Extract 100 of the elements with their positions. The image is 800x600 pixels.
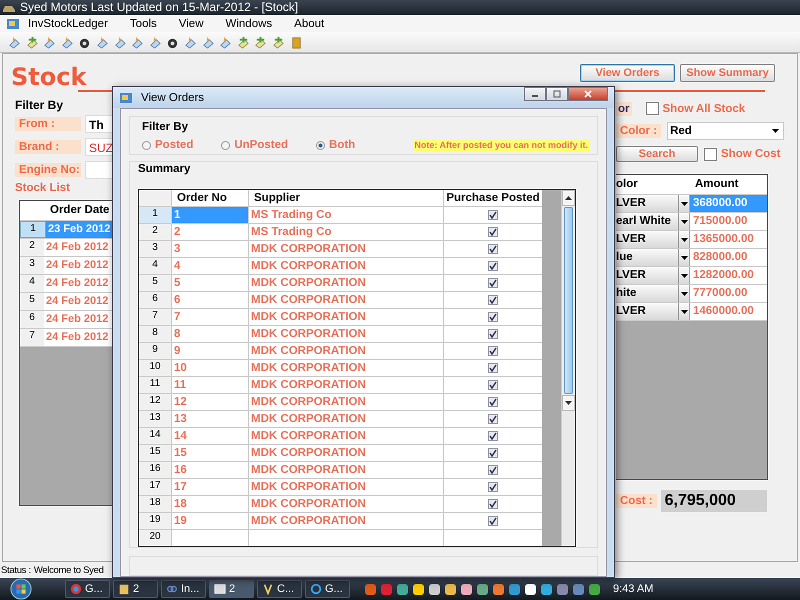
- plus-icon[interactable]: [254, 36, 268, 48]
- checkbox[interactable]: [488, 516, 498, 526]
- tray-icon[interactable]: [461, 584, 472, 594]
- checkbox[interactable]: [488, 210, 498, 220]
- checkbox[interactable]: [488, 448, 498, 458]
- dropdown-button[interactable]: [678, 285, 689, 302]
- taskbar-button[interactable]: In...: [161, 580, 206, 598]
- document-icon[interactable]: [96, 36, 109, 48]
- checkbox[interactable]: [488, 465, 498, 476]
- scroll-thumb[interactable]: [564, 207, 573, 394]
- color-combo-cell[interactable]: LVER: [616, 231, 678, 248]
- row-header[interactable]: 18: [139, 496, 172, 512]
- row-header[interactable]: 1: [20, 221, 46, 238]
- document-icon[interactable]: [131, 36, 144, 48]
- row-header[interactable]: 13: [139, 411, 172, 428]
- color-dropdown[interactable]: Red: [667, 122, 784, 140]
- checkbox[interactable]: [488, 295, 498, 306]
- dropdown-button[interactable]: [678, 213, 689, 230]
- checkbox[interactable]: [488, 261, 498, 272]
- color-combo-cell[interactable]: lue: [616, 249, 678, 266]
- tray-icon[interactable]: [525, 584, 536, 594]
- row-header[interactable]: 16: [139, 462, 172, 478]
- row-header[interactable]: 1: [139, 207, 172, 224]
- close-button[interactable]: [568, 87, 608, 101]
- row-header[interactable]: 6: [20, 311, 44, 328]
- row-header[interactable]: 9: [139, 343, 172, 360]
- color-combo-cell[interactable]: LVER: [616, 267, 678, 284]
- row-header[interactable]: 5: [139, 275, 172, 292]
- color-combo-cell[interactable]: LVER: [616, 303, 678, 320]
- scrollbar[interactable]: [561, 190, 575, 546]
- color-combo-cell[interactable]: earl White: [616, 213, 678, 230]
- tray-icon[interactable]: [429, 584, 440, 594]
- row-header[interactable]: 7: [139, 309, 172, 326]
- start-button[interactable]: [10, 578, 32, 600]
- checkbox[interactable]: [488, 278, 498, 288]
- row-header[interactable]: 10: [139, 360, 172, 376]
- dropdown-button[interactable]: [678, 249, 689, 266]
- checkbox[interactable]: [488, 431, 498, 442]
- taskbar-button[interactable]: C...: [257, 580, 302, 598]
- row-header[interactable]: 4: [20, 275, 44, 292]
- row-header[interactable]: 8: [139, 326, 172, 342]
- menu-item[interactable]: InvStockLedger: [28, 18, 108, 30]
- input-field[interactable]: Th: [85, 114, 113, 132]
- document-icon[interactable]: [114, 36, 127, 48]
- checkbox[interactable]: [488, 244, 498, 254]
- document-icon[interactable]: [60, 36, 74, 48]
- checkbox[interactable]: [488, 414, 498, 424]
- row-header[interactable]: 19: [139, 513, 172, 530]
- document-icon[interactable]: [8, 36, 21, 48]
- plus-icon[interactable]: [272, 36, 285, 48]
- tray-icon[interactable]: [413, 584, 424, 594]
- row-header[interactable]: 12: [139, 394, 172, 410]
- row-header[interactable]: 6: [139, 292, 172, 308]
- row-header[interactable]: 5: [20, 293, 44, 310]
- taskbar-button[interactable]: 2: [113, 580, 158, 598]
- row-header[interactable]: 7: [20, 329, 44, 346]
- plus-icon[interactable]: [26, 36, 39, 48]
- row-header[interactable]: 20: [139, 530, 172, 546]
- checkbox[interactable]: [488, 380, 498, 390]
- taskbar-button[interactable]: 2: [209, 580, 254, 598]
- checkbox[interactable]: [704, 148, 717, 160]
- row-header[interactable]: 11: [139, 377, 172, 394]
- color-combo-cell[interactable]: LVER: [616, 195, 678, 212]
- tray-icon[interactable]: [445, 584, 456, 594]
- input-field[interactable]: [85, 160, 113, 178]
- checkbox[interactable]: [488, 499, 498, 510]
- plus-icon[interactable]: [236, 36, 250, 48]
- menu-item[interactable]: Windows: [226, 18, 272, 30]
- row-header[interactable]: 2: [139, 224, 172, 240]
- row-header[interactable]: 2: [20, 239, 44, 256]
- menu-item[interactable]: View: [178, 18, 204, 30]
- document-icon[interactable]: [219, 36, 232, 48]
- scroll-up-button[interactable]: [562, 190, 575, 206]
- row-header[interactable]: 14: [139, 428, 172, 444]
- dropdown-button[interactable]: [678, 303, 689, 320]
- checkbox[interactable]: [488, 227, 498, 238]
- document-icon[interactable]: [43, 36, 56, 48]
- color-combo-cell[interactable]: hite: [616, 285, 678, 302]
- menu-item[interactable]: About: [294, 18, 324, 30]
- document-icon[interactable]: [202, 36, 215, 48]
- minimize-button[interactable]: [524, 87, 546, 101]
- row-header[interactable]: 3: [20, 257, 44, 274]
- document-icon[interactable]: [148, 36, 162, 48]
- checkbox[interactable]: [488, 363, 498, 374]
- checkbox[interactable]: [646, 102, 658, 115]
- menu-item[interactable]: Tools: [130, 18, 157, 30]
- checkbox[interactable]: [488, 346, 498, 356]
- checkbox[interactable]: [488, 397, 498, 408]
- dropdown-button[interactable]: [678, 267, 689, 284]
- checkbox[interactable]: [488, 312, 498, 322]
- maximize-button[interactable]: [546, 87, 568, 101]
- row-header[interactable]: 17: [139, 479, 172, 496]
- taskbar-button[interactable]: G...: [305, 580, 350, 598]
- row-header[interactable]: 15: [139, 445, 172, 462]
- checkbox[interactable]: [488, 329, 498, 340]
- checkbox[interactable]: [488, 482, 498, 492]
- row-header[interactable]: 4: [139, 258, 172, 274]
- document-icon[interactable]: [184, 36, 197, 48]
- dropdown-button[interactable]: [678, 195, 689, 212]
- row-header[interactable]: 3: [139, 241, 172, 258]
